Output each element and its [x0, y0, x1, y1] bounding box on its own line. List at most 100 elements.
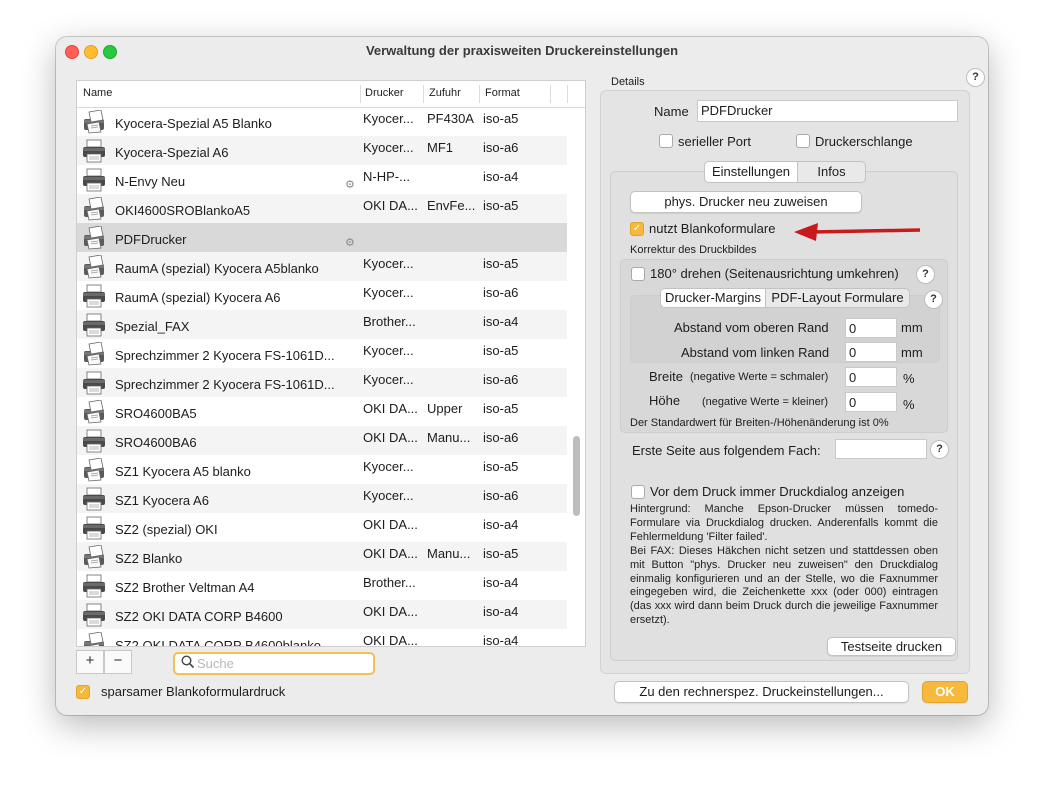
row-drucker: Brother...	[363, 575, 416, 590]
row-name: SZ1 Kyocera A5 blanko	[115, 464, 251, 479]
search-field[interactable]	[173, 652, 375, 675]
width-field[interactable]: 0	[845, 367, 897, 387]
print-dialog-label: Vor dem Druck immer Druckdialog anzeigen	[650, 484, 905, 499]
table-row[interactable]: SZ1 Kyocera A5 blanko Kyocer... iso-a5	[77, 455, 567, 484]
printer-icon	[81, 371, 107, 395]
row-drucker: Kyocer...	[363, 488, 414, 503]
help-rotate-button[interactable]: ?	[916, 265, 935, 284]
row-name: Kyocera-Spezial A6	[115, 145, 229, 160]
table-row[interactable]: SZ2 Blanko OKI DA... Manu... iso-a5	[77, 542, 567, 571]
column-header-name[interactable]: Name	[83, 87, 112, 99]
row-name: SZ2 (spezial) OKI	[115, 522, 218, 537]
serial-port-label: serieller Port	[678, 134, 751, 149]
tab-infos[interactable]: Infos	[798, 162, 865, 182]
table-row[interactable]: RaumA (spezial) Kyocera A6 Kyocer... iso-a…	[77, 281, 567, 310]
sparsam-label: sparsamer Blankoformulardruck	[101, 684, 286, 699]
table-row[interactable]: OKI4600SROBlankoA5 OKI DA... EnvFe... iso-a…	[77, 194, 567, 223]
table-row[interactable]: Kyocera-Spezial A5 Blanko Kyocer... PF430A…	[77, 107, 567, 136]
subtab-pdf-layout[interactable]: PDF-Layout Formulare	[766, 289, 909, 307]
table-row[interactable]: Sprechzimmer 2 Kyocera FS-1061D... Kyocer…	[77, 339, 567, 368]
print-dialog-checkbox[interactable]	[631, 485, 645, 499]
row-format: iso-a5	[483, 546, 519, 561]
blank-forms-checkbox[interactable]: ✓	[630, 222, 644, 236]
printer-paper-icon	[81, 457, 107, 482]
reassign-printer-button[interactable]: phys. Drucker neu zuweisen	[630, 191, 862, 213]
row-format: iso-a6	[483, 430, 519, 445]
serial-port-checkbox[interactable]	[659, 134, 673, 148]
printer-icon	[81, 429, 107, 453]
tab-einstellungen[interactable]: Einstellungen	[705, 162, 798, 182]
table-row[interactable]: N-Envy Neu ⚙ N-HP-... iso-a4	[77, 165, 567, 194]
printer-paper-icon	[81, 254, 107, 279]
sparsam-checkbox[interactable]: ✓	[76, 685, 90, 699]
row-drucker: Kyocer...	[363, 459, 414, 474]
gear-icon: ⚙	[345, 179, 355, 191]
remove-printer-button[interactable]: −	[104, 650, 132, 674]
first-page-field[interactable]	[835, 439, 927, 459]
printer-icon	[81, 168, 107, 192]
search-input[interactable]	[197, 654, 367, 672]
table-row[interactable]: SRO4600BA6 OKI DA... Manu... iso-a6	[77, 426, 567, 455]
rotate-checkbox[interactable]	[631, 267, 645, 281]
top-margin-field[interactable]: 0	[845, 318, 897, 338]
subtab-drucker-margins[interactable]: Drucker-Margins	[661, 289, 766, 307]
table-row[interactable]: Spezial_FAX Brother... iso-a4	[77, 310, 567, 339]
row-format: iso-a4	[483, 314, 519, 329]
row-zufuhr: Manu...	[427, 430, 471, 445]
printer-queue-label: Druckerschlange	[815, 134, 913, 149]
row-name: Spezial_FAX	[115, 319, 190, 334]
printer-table[interactable]: Name Drucker Zufuhr Format Kyocera-Spezi…	[76, 80, 586, 647]
table-row[interactable]: RaumA (spezial) Kyocera A5blanko Kyocer..…	[77, 252, 567, 281]
height-unit: %	[903, 397, 915, 412]
row-drucker: OKI DA...	[363, 604, 418, 619]
row-format: iso-a6	[483, 488, 519, 503]
help-first-page-button[interactable]: ?	[930, 440, 949, 459]
name-field[interactable]: PDFDrucker	[697, 100, 958, 122]
column-header-format[interactable]: Format	[485, 87, 520, 99]
add-printer-button[interactable]: +	[76, 650, 104, 674]
table-row[interactable]: SZ2 (spezial) OKI OKI DA... iso-a4	[77, 513, 567, 542]
top-margin-unit: mm	[901, 320, 923, 335]
printer-paper-icon	[81, 399, 107, 424]
help-margins-button[interactable]: ?	[924, 290, 943, 309]
test-page-button[interactable]: Testseite drucken	[827, 637, 956, 656]
table-row[interactable]: SZ2 OKI DATA CORP B4600 OKI DA... iso-a4	[77, 600, 567, 629]
left-margin-label: Abstand vom linken Rand	[681, 345, 830, 360]
info-paragraph-1: Hintergrund: Manche Epson-Drucker müssen…	[630, 503, 938, 543]
row-zufuhr: EnvFe...	[427, 198, 476, 213]
row-format: iso-a5	[483, 459, 519, 474]
width-label: Breite	[649, 369, 683, 384]
table-row[interactable]: SZ1 Kyocera A6 Kyocer... iso-a6	[77, 484, 567, 513]
printer-queue-checkbox[interactable]	[796, 134, 810, 148]
vertical-scrollbar[interactable]	[573, 436, 580, 516]
row-format: iso-a6	[483, 372, 519, 387]
info-text: Hintergrund: Manche Epson-Drucker müssen…	[630, 503, 938, 628]
left-margin-field[interactable]: 0	[845, 342, 897, 362]
gear-icon: ⚙	[345, 237, 355, 249]
margin-subtabs: Drucker-Margins PDF-Layout Formulare	[660, 288, 910, 308]
table-row[interactable]: Kyocera-Spezial A6 Kyocer... MF1 iso-a6	[77, 136, 567, 165]
help-button-top[interactable]: ?	[966, 68, 985, 87]
printer-icon	[81, 574, 107, 598]
table-row[interactable]: PDFDrucker ⚙	[77, 223, 567, 252]
red-arrow-annotation	[794, 223, 921, 241]
width-hint: (negative Werte = schmaler)	[690, 371, 829, 383]
table-row[interactable]: Sprechzimmer 2 Kyocera FS-1061D... Kyocer…	[77, 368, 567, 397]
row-drucker: OKI DA...	[363, 633, 418, 647]
table-row[interactable]: SZ2 Brother Veltman A4 Brother... iso-a4	[77, 571, 567, 600]
name-label: Name	[654, 104, 689, 119]
row-format: iso-a5	[483, 256, 519, 271]
machine-settings-button[interactable]: Zu den rechnerspez. Druckeinstellungen..…	[614, 681, 909, 703]
table-row[interactable]: SRO4600BA5 OKI DA... Upper iso-a5	[77, 397, 567, 426]
width-unit: %	[903, 371, 915, 386]
table-row[interactable]: SZ2 OKI DATA CORP B4600blanko OKI DA... is…	[77, 629, 567, 647]
row-drucker: Kyocer...	[363, 285, 414, 300]
printer-paper-icon	[81, 341, 107, 366]
row-format: iso-a5	[483, 111, 519, 126]
column-header-drucker[interactable]: Drucker	[365, 87, 404, 99]
column-header-zufuhr[interactable]: Zufuhr	[429, 87, 461, 99]
ok-button[interactable]: OK	[922, 681, 968, 703]
height-field[interactable]: 0	[845, 392, 897, 412]
row-format: iso-a4	[483, 169, 519, 184]
row-name: SZ2 OKI DATA CORP B4600blanko	[115, 638, 321, 647]
